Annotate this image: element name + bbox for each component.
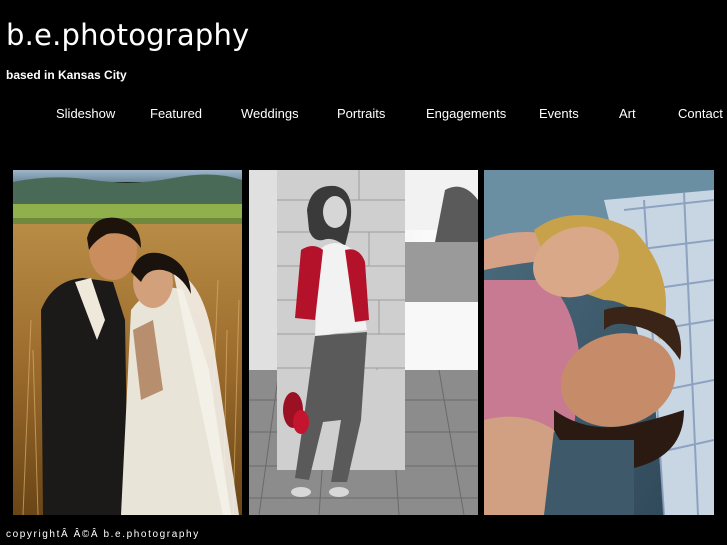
- nav-contact[interactable]: Contact: [678, 106, 723, 121]
- site-tagline: based in Kansas City: [6, 68, 127, 82]
- nav-weddings[interactable]: Weddings: [241, 106, 299, 121]
- site-title[interactable]: b.e.photography: [6, 18, 249, 52]
- nav-art[interactable]: Art: [619, 106, 636, 121]
- nav-featured[interactable]: Featured: [150, 106, 202, 121]
- copyright-footer: copyrightÂ Â©Â b.e.photography: [6, 529, 200, 540]
- engagement-photo-image: [484, 170, 714, 515]
- nav-portraits[interactable]: Portraits: [337, 106, 385, 121]
- portrait-photo-image: [249, 170, 478, 515]
- main-nav: Slideshow Featured Weddings Portraits En…: [0, 106, 727, 124]
- nav-events[interactable]: Events: [539, 106, 579, 121]
- gallery-photo-wedding[interactable]: [13, 170, 242, 515]
- gallery-photo-portrait[interactable]: [249, 170, 478, 515]
- nav-engagements[interactable]: Engagements: [426, 106, 506, 121]
- wedding-photo-image: [13, 170, 242, 515]
- gallery-photo-engagement[interactable]: [484, 170, 714, 515]
- nav-slideshow[interactable]: Slideshow: [56, 106, 115, 121]
